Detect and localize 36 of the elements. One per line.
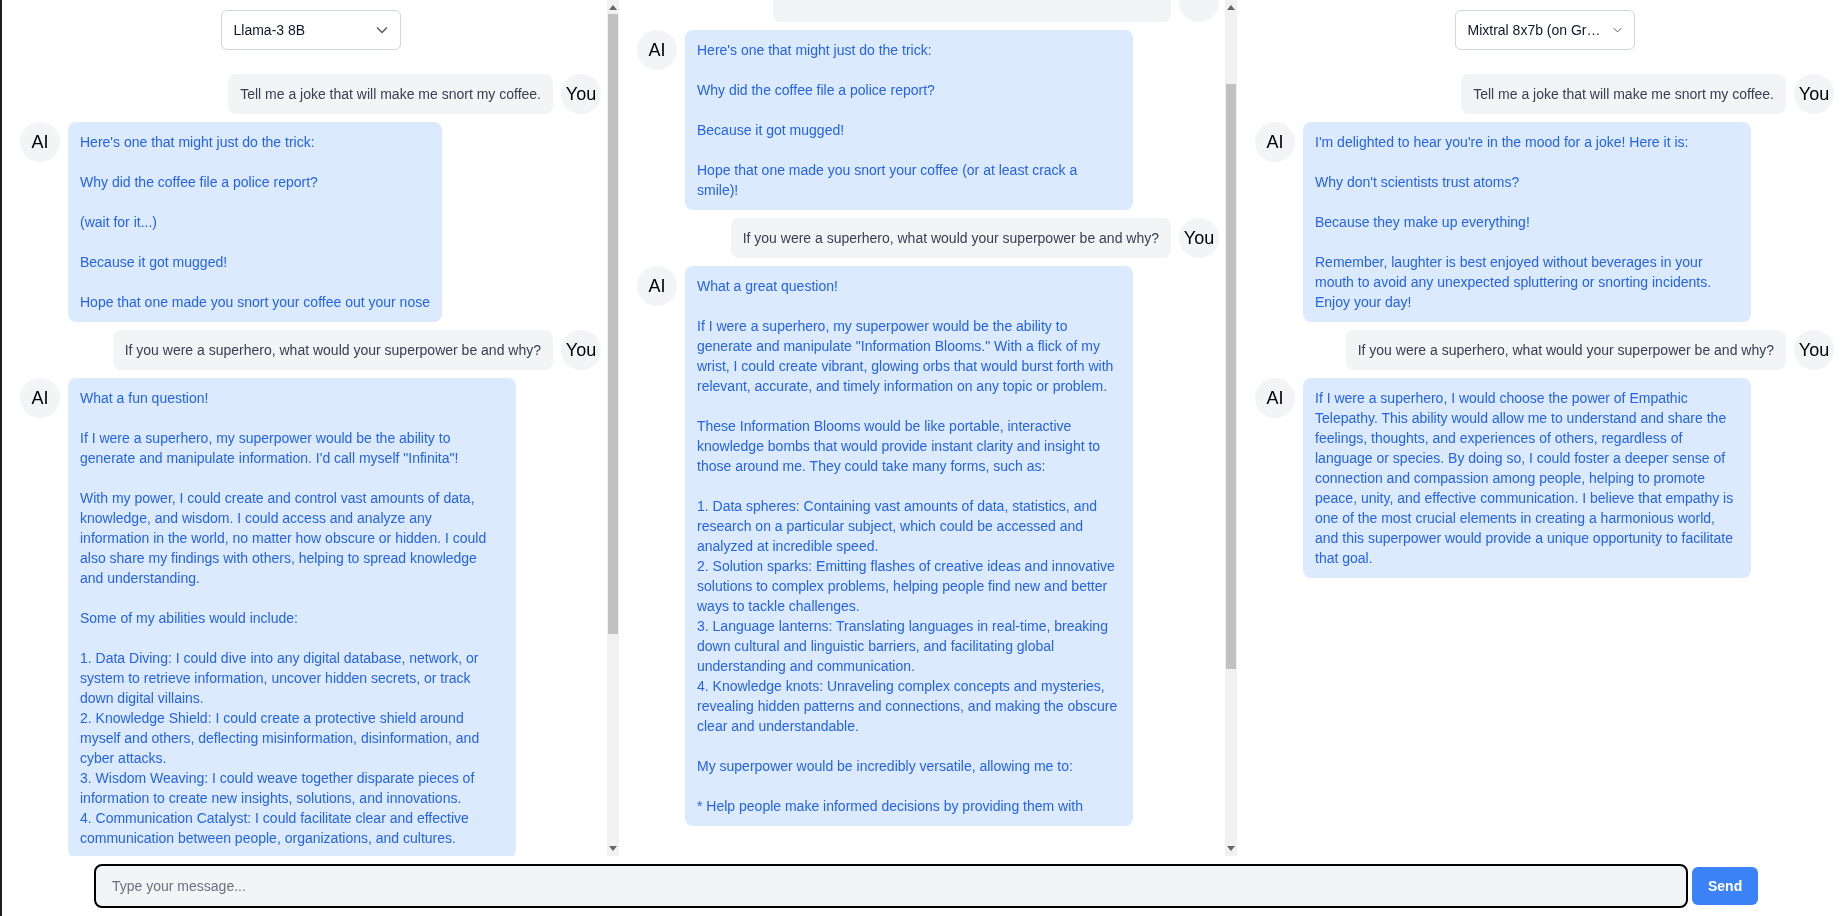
chevron-down-icon bbox=[1612, 26, 1622, 34]
assistant-message: I'm delighted to hear you're in the mood for a joke! Here it is: Why don't scientists trust atoms? Because they make up everything! Remember, laughter is best enjoyed without beverages in your mouth to avoid any unexpected spluttering or snorting incidents. Enjoy your day! bbox=[1303, 122, 1751, 322]
user-message: Tell me a joke that will make me snort my coffee. bbox=[228, 74, 553, 114]
avatar: AI bbox=[20, 122, 60, 162]
chevron-down-icon bbox=[375, 26, 388, 34]
avatar: AI bbox=[637, 266, 677, 306]
send-button[interactable]: Send bbox=[1692, 867, 1759, 905]
model-dropdown[interactable]: Llama-3 8B bbox=[220, 10, 401, 50]
avatar: You bbox=[1794, 74, 1834, 114]
user-message: If you were a superhero, what would your superpower be and why? bbox=[1345, 330, 1786, 370]
scroll-up-arrow-icon[interactable] bbox=[1227, 4, 1235, 10]
message-input[interactable]: Type your message... bbox=[94, 864, 1688, 908]
assistant-message: Here's one that might just do the trick: Why did the coffee file a police report? Because it got mugged! Hope that one made you snort your coffee (or at least crack a smile)! bbox=[685, 30, 1133, 210]
user-message: If you were a superhero, what would your superpower be and why? bbox=[730, 218, 1171, 258]
avatar: AI bbox=[1255, 122, 1295, 162]
user-message: Tell me a joke that will make me snort my coffee. bbox=[1461, 74, 1786, 114]
assistant-message: What a great question! If I were a superhero, my superpower would be the ability to generate and manipulate "Information Blooms." With a flick of my wrist, I could create vibrant, glowing orbs that would burst forth with relevant, accurate, and timely information on any topic or problem. These Information Blooms would be like portable, interactive knowledge bombs that would provide instant clarity and insight to those around me. They could take many forms, such as: 1. Data spheres: Containing vast amounts of data, statistics, and research on a particular subject, which could be accessed and analyzed at incredible speed. 2. Solution sparks: Emitting flashes of creative ideas and innovative solutions to complex problems, helping people find new and better ways to tackle challenges. 3. Language lanterns: Translating languages in real-time, breaking down cultural and linguistic barriers, and facilitating global understanding and communication. 4. Knowledge knots: Unraveling complex concepts and mysteries, revealing hidden patterns and connections, and making the obscure clear and understandable. My superpower would be incredibly versatile, allowing me to: * Help people make informed decisions by providing them with bbox=[685, 266, 1133, 826]
scroll-down-arrow-icon[interactable] bbox=[1227, 846, 1235, 852]
assistant-message: Here's one that might just do the trick: Why did the coffee file a police report? (wait for it...) Because it got mugged! Hope that one made you snort your coffee out your nose bbox=[68, 122, 442, 322]
avatar: You bbox=[1179, 218, 1219, 258]
avatar: AI bbox=[637, 30, 677, 70]
assistant-message: What a fun question! If I were a superhero, my superpower would be the ability to generate and manipulate information. I'd call myself "Infinita"! With my power, I could create and control vast amounts of data, knowledge, and wisdom. I could access and analyze any information in the world, no matter how obscure or hidden. I could also share my findings with others, helping to spread knowledge and understanding. Some of my abilities would include: 1. Data Diving: I could dive into any digital database, network, or system to retrieve information, uncover hidden secrets, or track down digital villains. 2. Knowledge Shield: I could create a protective shield around myself and others, deflecting misinformation, disinformation, and cyber attacks. 3. Wisdom Weaving: I could weave together disparate pieces of information to create new insights, solutions, and innovations. 4. Communication Catalyst: I could facilitate clear and effective communication between people, organizations, and cultures. bbox=[68, 378, 516, 856]
avatar: You bbox=[561, 74, 601, 114]
scrollbar-thumb[interactable] bbox=[608, 14, 618, 634]
user-message: If you were a superhero, what would your superpower be and why? bbox=[112, 330, 553, 370]
scrollbar-thumb[interactable] bbox=[1226, 84, 1236, 669]
model-dropdown[interactable]: Mixtral 8x7b (on Gr… bbox=[1454, 10, 1635, 50]
assistant-message: If I were a superhero, I would choose the power of Empathic Telepathy. This ability would allow me to understand and share the feelings, thoughts, and experiences of others, regardless of language or species. By doing so, I could foster a deeper sense of connection and compassion among people, helping to promote peace, unity, and effective communication. I believe that empathy is one of the most crucial elements in creating a harmonious world, and this superpower would provide a unique opportunity to facilitate that goal. bbox=[1303, 378, 1751, 578]
avatar: AI bbox=[1255, 378, 1295, 418]
scrollbar[interactable] bbox=[607, 0, 619, 856]
scroll-down-arrow-icon[interactable] bbox=[609, 846, 617, 852]
avatar: AI bbox=[20, 378, 60, 418]
scroll-up-arrow-icon[interactable] bbox=[609, 4, 617, 10]
avatar: You bbox=[561, 330, 601, 370]
avatar: You bbox=[1794, 330, 1834, 370]
scrollbar[interactable] bbox=[1225, 0, 1237, 856]
